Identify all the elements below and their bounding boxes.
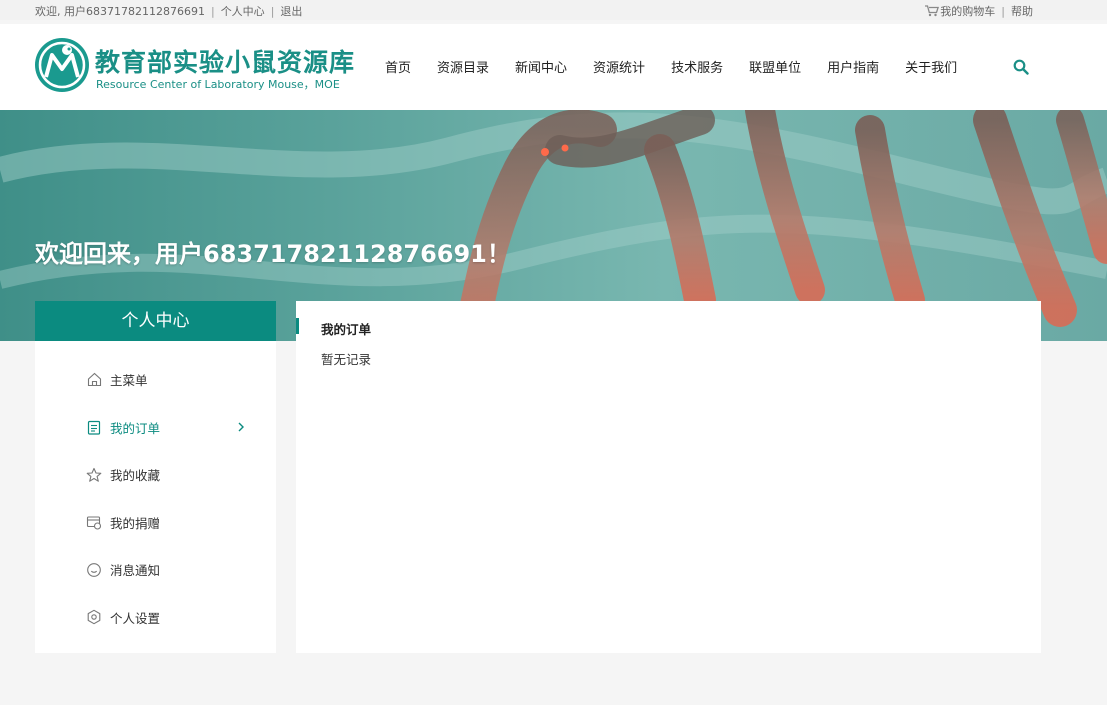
top-bar: 欢迎, 用户68371782112876691 | 个人中心 | 退出 我的购物车 | 帮助 xyxy=(0,0,1107,20)
panel-title: 我的订单 xyxy=(321,322,372,337)
nav-item-services[interactable]: 技术服务 xyxy=(671,57,723,76)
order-icon xyxy=(86,419,102,435)
cart-icon xyxy=(925,5,940,20)
sidebar-item-label: 我的订单 xyxy=(110,420,161,436)
sidebar-item-label: 个人设置 xyxy=(110,610,161,626)
sidebar-menu: 主菜单 我的订单 我的收藏 我的捐赠 消息通知 个人设置 xyxy=(35,341,276,641)
sidebar-item-favorites[interactable]: 我的收藏 xyxy=(35,451,276,499)
logo-subtitle: Resource Center of Laboratory Mouse，MOE xyxy=(96,78,340,91)
sidebar-title: 个人中心 xyxy=(35,301,276,341)
help-link[interactable]: 帮助 xyxy=(1011,5,1033,18)
sidebar: 个人中心 主菜单 我的订单 我的收藏 我的捐赠 消息通知 个人设置 xyxy=(35,301,276,653)
sidebar-item-label: 我的收藏 xyxy=(110,468,161,484)
sidebar-item-messages[interactable]: 消息通知 xyxy=(35,546,276,594)
donate-icon xyxy=(86,514,102,530)
nav-item-statistics[interactable]: 资源统计 xyxy=(593,57,645,76)
cart-link[interactable]: 我的购物车 xyxy=(925,5,995,18)
welcome-text: 欢迎, 用户68371782112876691 xyxy=(35,5,205,18)
nav-item-guide[interactable]: 用户指南 xyxy=(827,57,879,76)
sidebar-item-label: 消息通知 xyxy=(110,563,161,579)
home-icon xyxy=(86,372,102,388)
top-bar-left: 欢迎, 用户68371782112876691 | 个人中心 | 退出 xyxy=(35,5,303,18)
logout-link[interactable]: 退出 xyxy=(280,5,302,18)
profile-link[interactable]: 个人中心 xyxy=(221,5,265,18)
nav-item-news[interactable]: 新闻中心 xyxy=(515,57,567,76)
nav-item-about[interactable]: 关于我们 xyxy=(905,57,957,76)
nav-item-alliance[interactable]: 联盟单位 xyxy=(749,57,801,76)
orders-panel: 我的订单 暂无记录 xyxy=(296,301,1041,653)
star-icon xyxy=(86,467,102,483)
site-header: 教育部实验小鼠资源库 Resource Center of Laboratory… xyxy=(0,24,1107,110)
sidebar-item-settings[interactable]: 个人设置 xyxy=(35,594,276,642)
message-icon xyxy=(86,562,102,578)
cart-link-label: 我的购物车 xyxy=(940,5,996,18)
empty-state-text: 暂无记录 xyxy=(321,352,372,367)
sidebar-item-donations[interactable]: 我的捐赠 xyxy=(35,499,276,547)
site-logo[interactable]: 教育部实验小鼠资源库 Resource Center of Laboratory… xyxy=(34,37,364,95)
search-icon[interactable] xyxy=(1013,59,1029,75)
section-marker xyxy=(296,318,299,334)
settings-icon xyxy=(86,609,102,625)
sidebar-item-home[interactable]: 主菜单 xyxy=(35,356,276,404)
sidebar-item-label: 主菜单 xyxy=(110,373,148,389)
sidebar-item-label: 我的捐赠 xyxy=(110,515,161,531)
top-bar-right: 我的购物车 | 帮助 xyxy=(925,3,1033,20)
logo-title: 教育部实验小鼠资源库 xyxy=(95,48,356,77)
chevron-right-icon xyxy=(236,420,246,434)
mouse-logo-icon xyxy=(34,37,90,93)
welcome-heading: 欢迎回来，用户68371782112876691！ xyxy=(35,240,511,268)
sidebar-item-orders[interactable]: 我的订单 xyxy=(35,404,276,452)
main-nav: 首页 资源目录 新闻中心 资源统计 技术服务 联盟单位 用户指南 关于我们 xyxy=(372,57,970,76)
nav-item-resources[interactable]: 资源目录 xyxy=(437,57,489,76)
nav-item-home[interactable]: 首页 xyxy=(385,57,411,76)
